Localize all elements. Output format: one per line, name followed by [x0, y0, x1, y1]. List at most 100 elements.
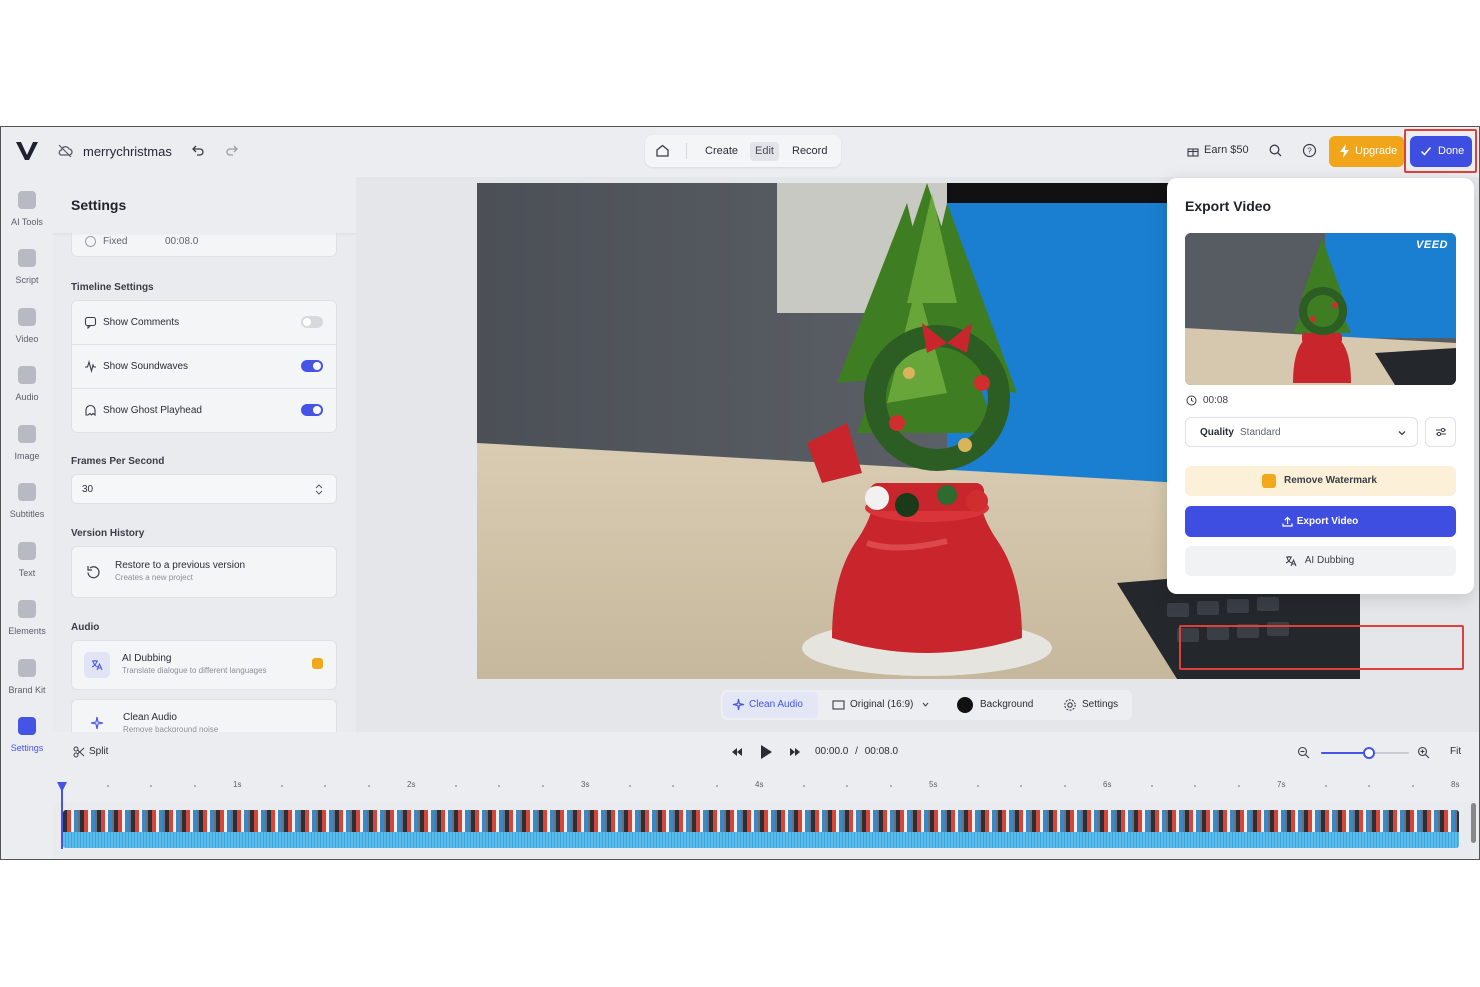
- zoom-slider[interactable]: [1321, 747, 1409, 759]
- zoom-in-icon[interactable]: [1417, 746, 1430, 759]
- preview-toolbar: Clean Audio Original (16:9) Background S…: [721, 690, 1132, 720]
- redo-icon[interactable]: [225, 143, 239, 157]
- rail-label: Settings: [10, 743, 44, 753]
- home-icon[interactable]: [655, 143, 670, 158]
- version-history-heading: Version History: [71, 528, 145, 539]
- nav-divider: [686, 143, 687, 159]
- ruler-tick: [802, 785, 805, 787]
- clean-audio-button[interactable]: Clean Audio: [723, 692, 818, 718]
- ruler-tick: [1150, 785, 1153, 787]
- sliders-icon: [1436, 427, 1446, 437]
- watermark-text: VEED: [1416, 239, 1448, 251]
- rail-item-image[interactable]: Image: [1, 411, 53, 463]
- show-comments-toggle[interactable]: [301, 316, 323, 328]
- search-icon[interactable]: [1268, 143, 1283, 158]
- ruler-tick: [1194, 785, 1196, 787]
- project-name[interactable]: merrychristmas: [83, 144, 172, 159]
- image-icon: [18, 425, 36, 443]
- text-icon: [18, 542, 36, 560]
- ruler-tick: [1063, 785, 1066, 787]
- split-button[interactable]: Split: [73, 746, 108, 758]
- quality-label: Quality: [1200, 427, 1234, 438]
- rail-item-elements[interactable]: Elements: [1, 586, 53, 638]
- aspect-ratio-dropdown[interactable]: Original (16:9): [832, 690, 929, 720]
- timeline-scrollbar[interactable]: [1471, 803, 1476, 843]
- play-icon[interactable]: [759, 744, 773, 760]
- scissors-icon: [73, 746, 85, 758]
- quality-dropdown[interactable]: Quality Standard: [1185, 417, 1418, 447]
- rewind-icon[interactable]: [731, 747, 743, 757]
- veed-logo-icon[interactable]: [15, 140, 39, 162]
- export-advanced-settings-button[interactable]: [1425, 417, 1456, 447]
- rail-item-script[interactable]: Script: [1, 235, 53, 287]
- ghost-playhead-icon: [85, 404, 96, 417]
- undo-icon[interactable]: [191, 143, 205, 157]
- fast-forward-icon[interactable]: [789, 747, 801, 757]
- ruler-tick: [1237, 785, 1240, 787]
- rail-item-text[interactable]: Text: [1, 528, 53, 580]
- ruler-tick: [454, 785, 457, 787]
- chevron-down-icon: [922, 702, 929, 707]
- elements-icon: [18, 600, 36, 618]
- show-soundwaves-toggle[interactable]: [301, 360, 323, 372]
- show-soundwaves-label: Show Soundwaves: [103, 361, 189, 372]
- tab-edit[interactable]: Edit: [750, 142, 779, 161]
- upgrade-button[interactable]: Upgrade: [1329, 136, 1404, 167]
- background-button[interactable]: Background: [957, 690, 1033, 720]
- rail-item-ai-tools[interactable]: AI Tools: [1, 177, 53, 229]
- ruler-tick: [1020, 785, 1022, 787]
- show-comments-label: Show Comments: [103, 317, 180, 328]
- gift-icon: [1187, 148, 1199, 157]
- background-color-swatch: [957, 697, 973, 713]
- rail-item-subtitles[interactable]: Subtitles: [1, 469, 53, 521]
- ruler-tick: [498, 785, 500, 787]
- tab-record[interactable]: Record: [787, 142, 832, 161]
- zoom-out-icon[interactable]: [1297, 746, 1310, 759]
- ruler-label: 7s: [1277, 780, 1286, 789]
- ruler-tick: [541, 785, 544, 787]
- ruler-tick: [976, 785, 979, 787]
- timeline-settings-card: Show Comments Show Soundwaves Show Ghost…: [71, 300, 337, 433]
- settings-icon: [18, 717, 36, 735]
- audio-icon: [18, 366, 36, 384]
- ruler-tick: [846, 785, 848, 787]
- rail-item-video[interactable]: Video: [1, 294, 53, 346]
- settings-header: Settings: [53, 177, 356, 233]
- aspect-ratio-label: Original (16:9): [850, 699, 914, 710]
- export-video-button[interactable]: Export Video: [1185, 506, 1456, 537]
- top-bar: merrychristmas Create Edit Record Earn $…: [1, 127, 1479, 177]
- svg-text:?: ?: [1307, 147, 1312, 156]
- premium-badge-icon: [1262, 474, 1276, 488]
- fps-select[interactable]: 30: [71, 474, 337, 504]
- tab-create[interactable]: Create: [700, 142, 743, 161]
- ai-dubbing-card[interactable]: AI Dubbing Translate dialogue to differe…: [71, 640, 337, 690]
- rail-label: AI Tools: [11, 217, 43, 227]
- help-icon[interactable]: ?: [1302, 143, 1317, 158]
- sparkle-icon: [732, 698, 745, 711]
- video-icon: [18, 308, 36, 326]
- export-ai-dubbing-button[interactable]: AI Dubbing: [1185, 546, 1456, 576]
- playhead[interactable]: [61, 783, 63, 849]
- restore-version-card[interactable]: Restore to a previous version Creates a …: [71, 546, 337, 598]
- rail-item-settings[interactable]: Settings: [1, 703, 53, 755]
- timeline-controls: Split 00:00.0 / 00:08.0 Fit: [53, 732, 1479, 772]
- rail-item-audio[interactable]: Audio: [1, 352, 53, 404]
- ruler-label: 4s: [755, 780, 764, 789]
- show-ghost-playhead-toggle[interactable]: [301, 404, 323, 416]
- rail-label: Elements: [8, 626, 46, 636]
- earn-link[interactable]: Earn $50: [1204, 144, 1249, 156]
- fixed-radio[interactable]: [85, 236, 96, 247]
- fixed-value[interactable]: 00:08.0: [165, 236, 198, 247]
- fit-button[interactable]: Fit: [1450, 746, 1461, 757]
- timeline-ruler[interactable]: 1s 2s 3s 4s 5s 6s 7s 8s: [53, 772, 1479, 802]
- ruler-tick: [150, 785, 152, 787]
- playback-time: 00:00.0 / 00:08.0: [815, 746, 898, 757]
- remove-watermark-button[interactable]: Remove Watermark: [1185, 466, 1456, 496]
- rail-item-brand-kit[interactable]: Brand Kit: [1, 645, 53, 697]
- quality-value: Standard: [1240, 427, 1281, 438]
- canvas-settings-button[interactable]: Settings: [1063, 690, 1118, 720]
- video-track-clip[interactable]: [63, 810, 1459, 848]
- total-time: 00:08.0: [864, 746, 899, 757]
- script-icon: [18, 249, 36, 267]
- zoom-slider-handle[interactable]: [1363, 747, 1376, 759]
